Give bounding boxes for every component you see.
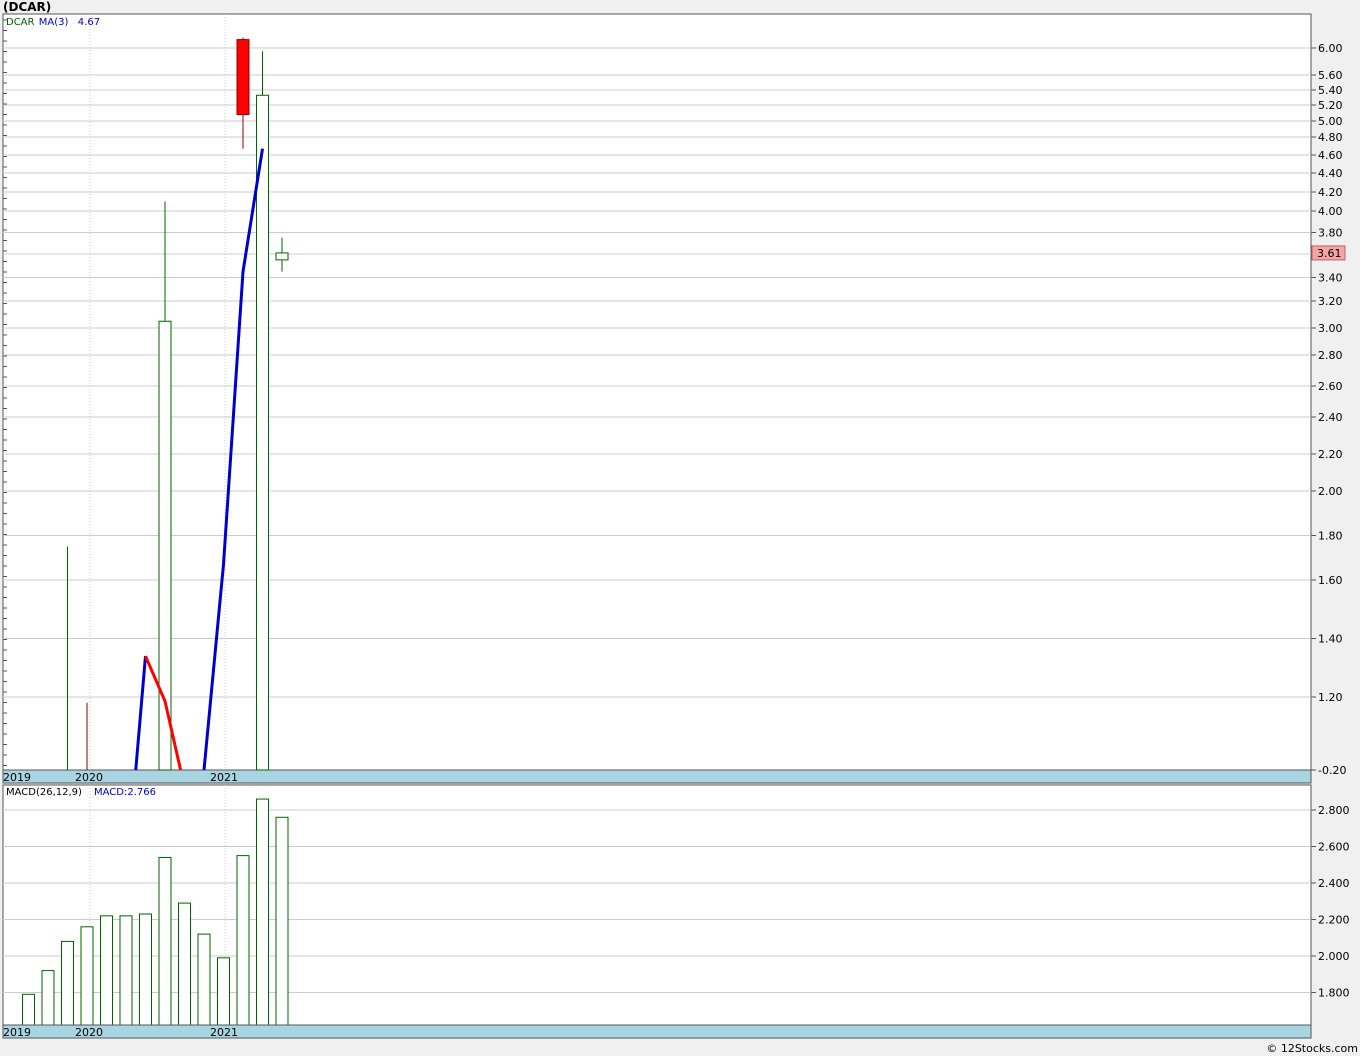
macd-bar <box>256 798 269 1026</box>
macd-legend-item: MACD:2.766 <box>94 787 156 798</box>
price-tick-label: 2.60 <box>1318 380 1343 393</box>
price-x-label: 2019 <box>3 771 31 784</box>
macd-bar <box>197 933 211 1026</box>
price-tick-label: -0.20 <box>1318 764 1346 777</box>
macd-x-axis-band <box>2 1024 1312 1039</box>
last-price-marker: 3.61 <box>1311 245 1346 261</box>
macd-bar <box>236 855 250 1026</box>
macd-legend-item: MACD(26,12,9) <box>6 787 82 798</box>
candle-body <box>275 252 289 261</box>
price-tick-label: 5.40 <box>1318 84 1343 97</box>
macd-tick-label: 2.000 <box>1318 950 1350 963</box>
macd-tick-label: 2.400 <box>1318 877 1350 890</box>
price-tick-label: 5.00 <box>1318 115 1343 128</box>
price-tick-label: 3.20 <box>1318 295 1343 308</box>
macd-bar <box>100 915 113 1026</box>
price-tick-label: 2.80 <box>1318 349 1343 362</box>
price-tick-label: 4.60 <box>1318 149 1343 162</box>
price-tick-label: 5.20 <box>1318 99 1343 112</box>
macd-bar <box>80 926 94 1026</box>
macd-tick-label: 2.600 <box>1318 841 1350 854</box>
price-legend-item: 4.67 <box>78 17 100 28</box>
macd-bar <box>217 957 230 1026</box>
price-tick-label: 3.80 <box>1318 227 1343 240</box>
price-x-label: 2021 <box>210 771 238 784</box>
price-legend: DCAR MA(3) 4.67 <box>6 17 100 28</box>
macd-bar <box>178 902 191 1026</box>
candle-body <box>236 39 250 116</box>
price-tick-label: 1.80 <box>1318 530 1343 543</box>
macd-x-label: 2019 <box>3 1026 31 1039</box>
macd-bar <box>139 913 152 1026</box>
price-tick-label: 3.40 <box>1318 272 1343 285</box>
price-tick-label: 1.60 <box>1318 574 1343 587</box>
macd-bar <box>22 993 35 1026</box>
price-tick-label: 2.40 <box>1318 411 1343 424</box>
macd-x-label: 2021 <box>210 1026 238 1039</box>
last-price-label: 3.61 <box>1317 247 1342 260</box>
price-tick-label: 1.20 <box>1318 691 1343 704</box>
candle-body <box>256 94 269 771</box>
macd-tick-label: 1.800 <box>1318 987 1350 1000</box>
macd-tick-label: 2.800 <box>1318 804 1350 817</box>
price-tick-label: 4.80 <box>1318 131 1343 144</box>
macd-y-axis: 2.800 2.600 2.400 2.200 2.000 1.800 <box>1311 804 1350 1000</box>
macd-legend: MACD(26,12,9) MACD:2.766 <box>6 787 156 798</box>
price-panel <box>2 13 1312 771</box>
price-tick-label: 1.40 <box>1318 633 1343 646</box>
price-tick-label: 4.00 <box>1318 205 1343 218</box>
price-legend-item: DCAR <box>6 17 35 28</box>
price-tick-label: 6.00 <box>1318 42 1343 55</box>
macd-bar <box>41 970 55 1026</box>
chart-canvas: 6.00 5.60 5.40 5.20 5.00 4.80 4.60 4.40 4.20 4.00… <box>2 13 1350 1039</box>
macd-bar <box>275 816 289 1026</box>
price-tick-label: 2.20 <box>1318 448 1343 461</box>
macd-tick-label: 2.200 <box>1318 914 1350 927</box>
price-legend-item: MA(3) <box>39 17 69 28</box>
price-tick-label: 2.00 <box>1318 485 1343 498</box>
footer-credit: © 12Stocks.com <box>1266 1042 1358 1055</box>
price-x-label: 2020 <box>75 771 103 784</box>
price-x-axis-band <box>2 769 1312 784</box>
macd-bar <box>119 915 133 1026</box>
price-tick-label: 4.20 <box>1318 186 1343 199</box>
price-tick-label: 4.40 <box>1318 167 1343 180</box>
price-tick-label: 3.00 <box>1318 322 1343 335</box>
macd-x-label: 2020 <box>75 1026 103 1039</box>
price-tick-label: 5.60 <box>1318 69 1343 82</box>
macd-bar <box>61 940 74 1026</box>
macd-bar <box>158 856 172 1026</box>
